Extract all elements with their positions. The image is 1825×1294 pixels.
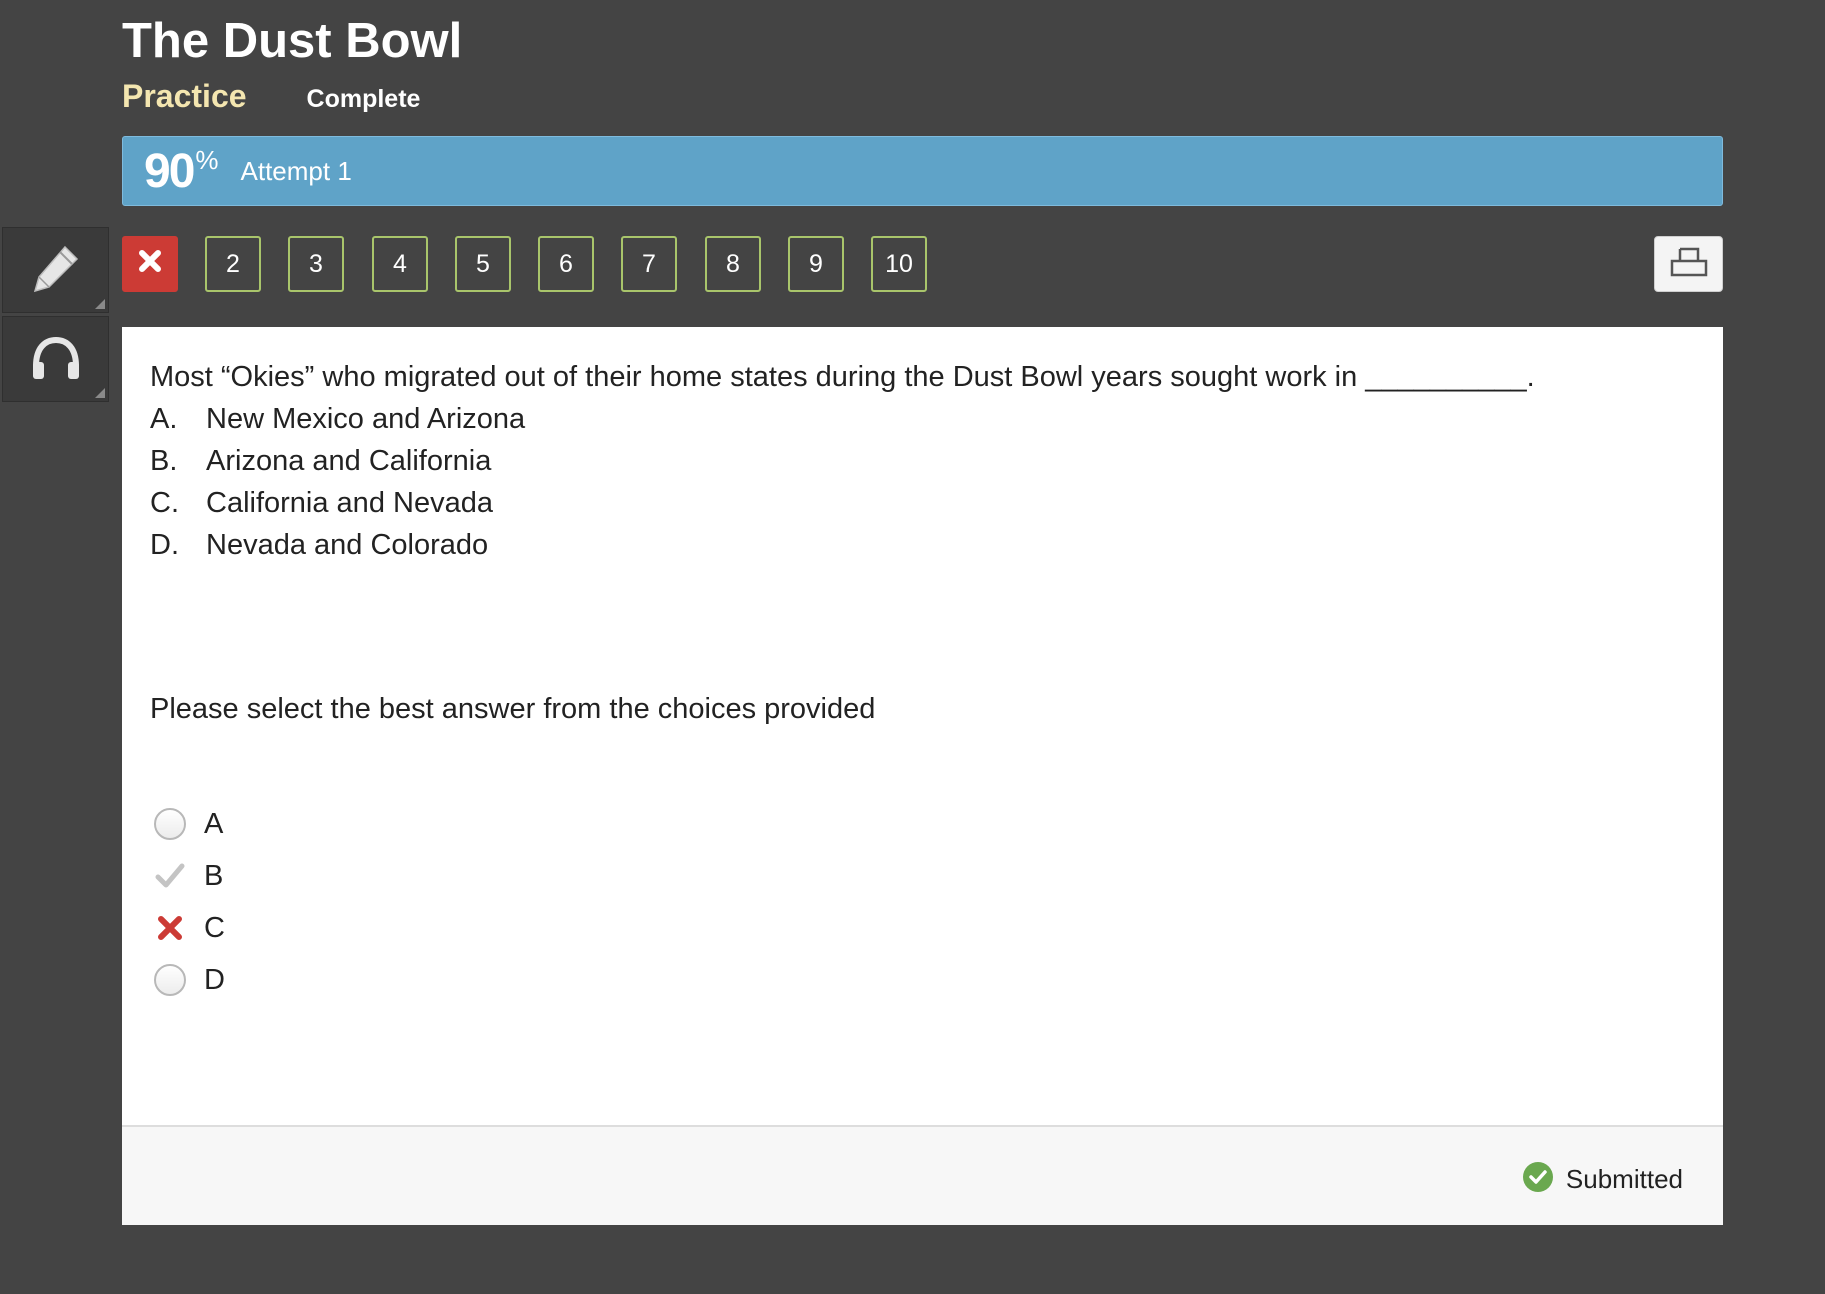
x-icon [153, 911, 187, 945]
score-bar: 90 % Attempt 1 [122, 136, 1723, 206]
answer-label: B [204, 859, 224, 892]
answer-option-b[interactable]: B [150, 856, 223, 896]
tab-complete[interactable]: Complete [307, 85, 421, 114]
choice-text: Arizona and California [206, 445, 492, 477]
pencil-tool-button[interactable] [2, 227, 109, 313]
choice-row: A. New Mexico and Arizona [150, 399, 525, 439]
question-4-button[interactable]: 4 [372, 236, 428, 292]
page-title: The Dust Bowl [122, 14, 463, 68]
panel-footer: Submitted [122, 1125, 1723, 1225]
x-icon [137, 248, 163, 281]
answer-label: D [204, 963, 225, 996]
choice-letter: A. [150, 403, 178, 435]
question-6-button[interactable]: 6 [538, 236, 594, 292]
question-panel: Most “Okies” who migrated out of their h… [122, 327, 1723, 1225]
score-unit: % [195, 145, 219, 175]
question-10-button[interactable]: 10 [871, 236, 927, 292]
score-value: 90 [144, 144, 195, 198]
question-9-button[interactable]: 9 [788, 236, 844, 292]
headphones-icon [28, 332, 84, 387]
question-1-button[interactable] [122, 236, 178, 292]
choice-row: C. California and Nevada [150, 483, 493, 523]
panel-corner-indicator [95, 299, 105, 309]
question-text: Most “Okies” who migrated out of their h… [150, 361, 1535, 393]
choice-text: Nevada and Colorado [206, 529, 489, 561]
print-icon [1669, 245, 1709, 284]
print-button[interactable] [1654, 236, 1723, 292]
pencil-icon [29, 241, 83, 300]
check-circle-icon [1522, 1161, 1554, 1198]
answer-label: A [204, 807, 224, 840]
check-icon [153, 859, 187, 893]
submission-status: Submitted [1522, 1161, 1683, 1198]
choice-row: D. Nevada and Colorado [150, 525, 488, 565]
choice-letter: B. [150, 445, 178, 477]
answer-option-a[interactable]: A [150, 804, 223, 844]
audio-tool-button[interactable] [2, 316, 109, 402]
tab-practice[interactable]: Practice [122, 78, 247, 115]
choice-letter: D. [150, 529, 179, 561]
choice-text: California and Nevada [206, 487, 493, 519]
panel-corner-indicator [95, 388, 105, 398]
radio-circle [154, 964, 186, 996]
question-7-button[interactable]: 7 [621, 236, 677, 292]
answer-label: C [204, 911, 225, 944]
answer-option-c[interactable]: C [150, 908, 225, 948]
choice-letter: C. [150, 487, 179, 519]
radio-button[interactable] [153, 963, 187, 997]
radio-button[interactable] [153, 807, 187, 841]
choice-row: B. Arizona and California [150, 441, 491, 481]
question-3-button[interactable]: 3 [288, 236, 344, 292]
question-5-button[interactable]: 5 [455, 236, 511, 292]
attempt-label: Attempt 1 [240, 155, 352, 186]
instruction-text: Please select the best answer from the c… [150, 693, 876, 725]
question-8-button[interactable]: 8 [705, 236, 761, 292]
header-tabs: Practice Complete [122, 78, 420, 115]
question-2-button[interactable]: 2 [205, 236, 261, 292]
status-label: Submitted [1565, 1164, 1683, 1194]
radio-circle [154, 808, 186, 840]
answer-option-d[interactable]: D [150, 960, 225, 1000]
choice-text: New Mexico and Arizona [206, 403, 526, 435]
